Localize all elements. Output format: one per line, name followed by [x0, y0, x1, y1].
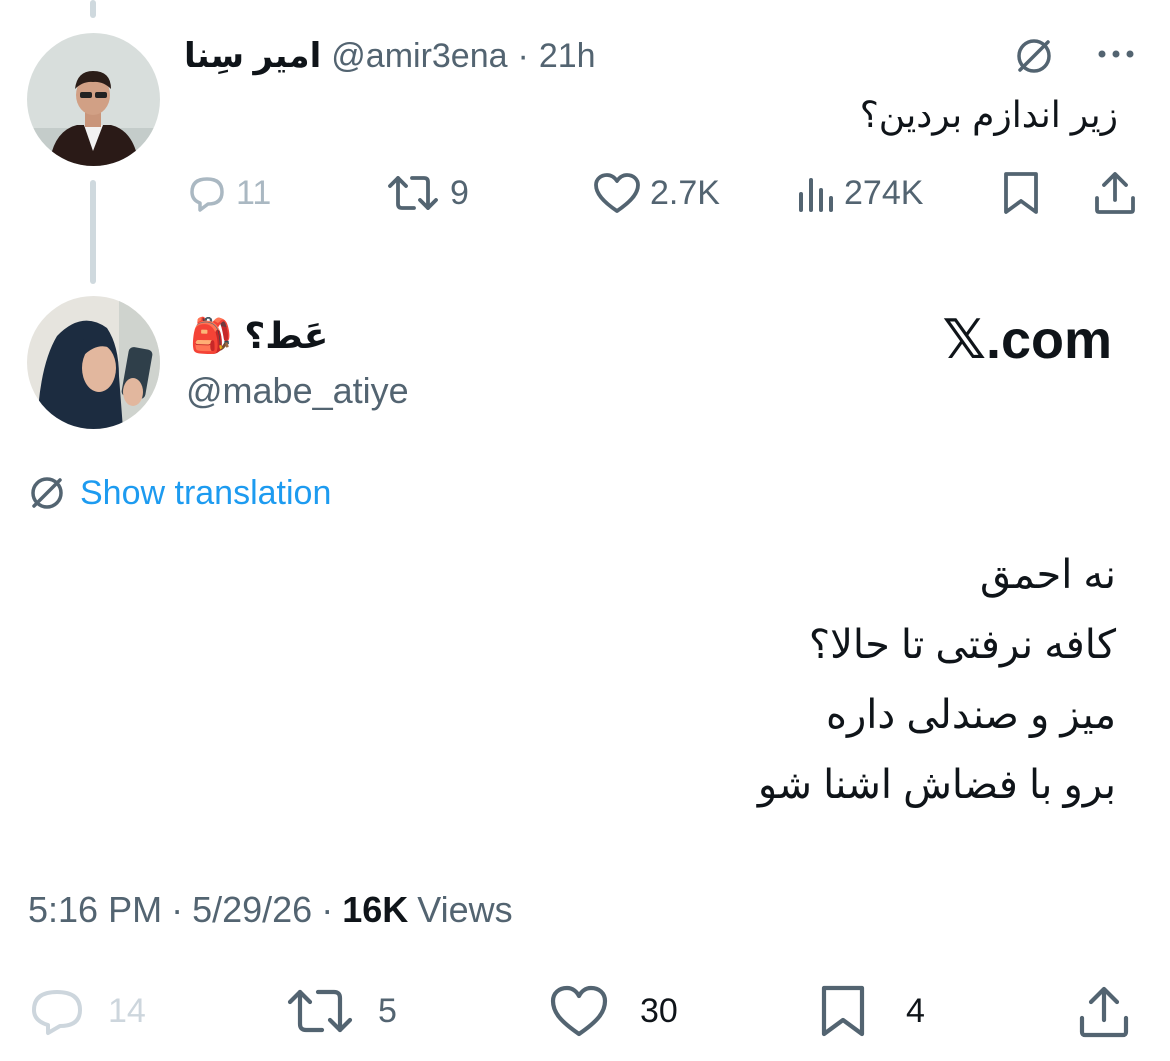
retweet-icon	[284, 986, 356, 1036]
more-icon[interactable]	[1094, 44, 1138, 64]
share-icon[interactable]	[1092, 170, 1138, 216]
avatar[interactable]	[27, 296, 160, 429]
bookmark-icon[interactable]	[1000, 170, 1042, 216]
reply-icon	[186, 172, 228, 214]
backpack-emoji: 🎒	[190, 317, 233, 355]
tweet-text: زیر اندازم بردین؟	[859, 94, 1118, 135]
bookmark-count: 4	[906, 991, 925, 1030]
reply-button[interactable]: 14	[28, 986, 146, 1036]
tweet-time[interactable]: 5:16 PM	[28, 889, 162, 931]
thread-line-top	[90, 0, 96, 18]
like-button[interactable]: 2.7K	[592, 170, 720, 216]
show-translation-link[interactable]: Show translation	[26, 470, 331, 516]
separator: ·	[171, 889, 184, 930]
like-icon	[548, 984, 610, 1038]
thread-line-bottom	[90, 180, 96, 284]
tweet-date[interactable]: 5/29/26	[192, 889, 312, 931]
reply-button[interactable]: 11	[186, 170, 271, 216]
tweet-line: برو با فضاش اشنا شو	[757, 763, 1116, 807]
bookmark-button[interactable]: 4	[818, 984, 925, 1038]
tweet-meta: 5:16 PM · 5/29/26 · 16K Views	[28, 886, 513, 934]
reply-count: 14	[108, 991, 146, 1030]
share-icon[interactable]	[1076, 984, 1132, 1040]
views-count: 274K	[844, 173, 924, 212]
retweet-count: 9	[450, 173, 469, 212]
author-name[interactable]: امیر سِنا	[184, 36, 321, 76]
tweet-body: نه احمق کافه نرفتی تا حالا؟ میز و صندلی …	[758, 540, 1116, 820]
reply-count: 11	[236, 173, 272, 212]
like-icon	[592, 171, 642, 215]
separator: ·	[517, 36, 529, 75]
translate-icon[interactable]	[1012, 34, 1056, 78]
like-button[interactable]: 30	[548, 984, 678, 1038]
translate-icon	[26, 472, 68, 514]
bookmark-icon	[818, 984, 868, 1038]
retweet-count: 5	[378, 991, 397, 1030]
views-button[interactable]: 274K	[796, 170, 923, 216]
tweet-header: امیر سِنا @amir3ena · 21h	[184, 34, 596, 78]
retweet-button[interactable]: 9	[384, 170, 469, 216]
retweet-icon	[384, 172, 442, 214]
views-count[interactable]: 16K	[342, 889, 408, 931]
tweet-line: نه احمق	[979, 553, 1116, 597]
author-name-row: 🎒 عَط؟	[190, 312, 328, 360]
retweet-button[interactable]: 5	[284, 986, 397, 1036]
tweet-time[interactable]: 21h	[539, 37, 596, 76]
author-name[interactable]: عَط؟	[244, 315, 328, 357]
reply-icon	[28, 986, 86, 1036]
show-translation-label: Show translation	[80, 473, 332, 512]
avatar[interactable]	[27, 33, 160, 166]
tweet-line: میز و صندلی داره	[826, 693, 1116, 737]
like-count: 30	[640, 991, 678, 1030]
views-label: Views	[417, 889, 513, 930]
separator: ·	[321, 889, 334, 930]
views-icon	[796, 172, 836, 214]
x-watermark: 𝕏.com	[942, 310, 1112, 370]
tweet-line: کافه نرفتی تا حالا؟	[808, 623, 1116, 667]
like-count: 2.7K	[650, 173, 720, 212]
author-handle[interactable]: @mabe_atiye	[186, 370, 409, 412]
author-handle[interactable]: @amir3ena	[331, 37, 507, 76]
